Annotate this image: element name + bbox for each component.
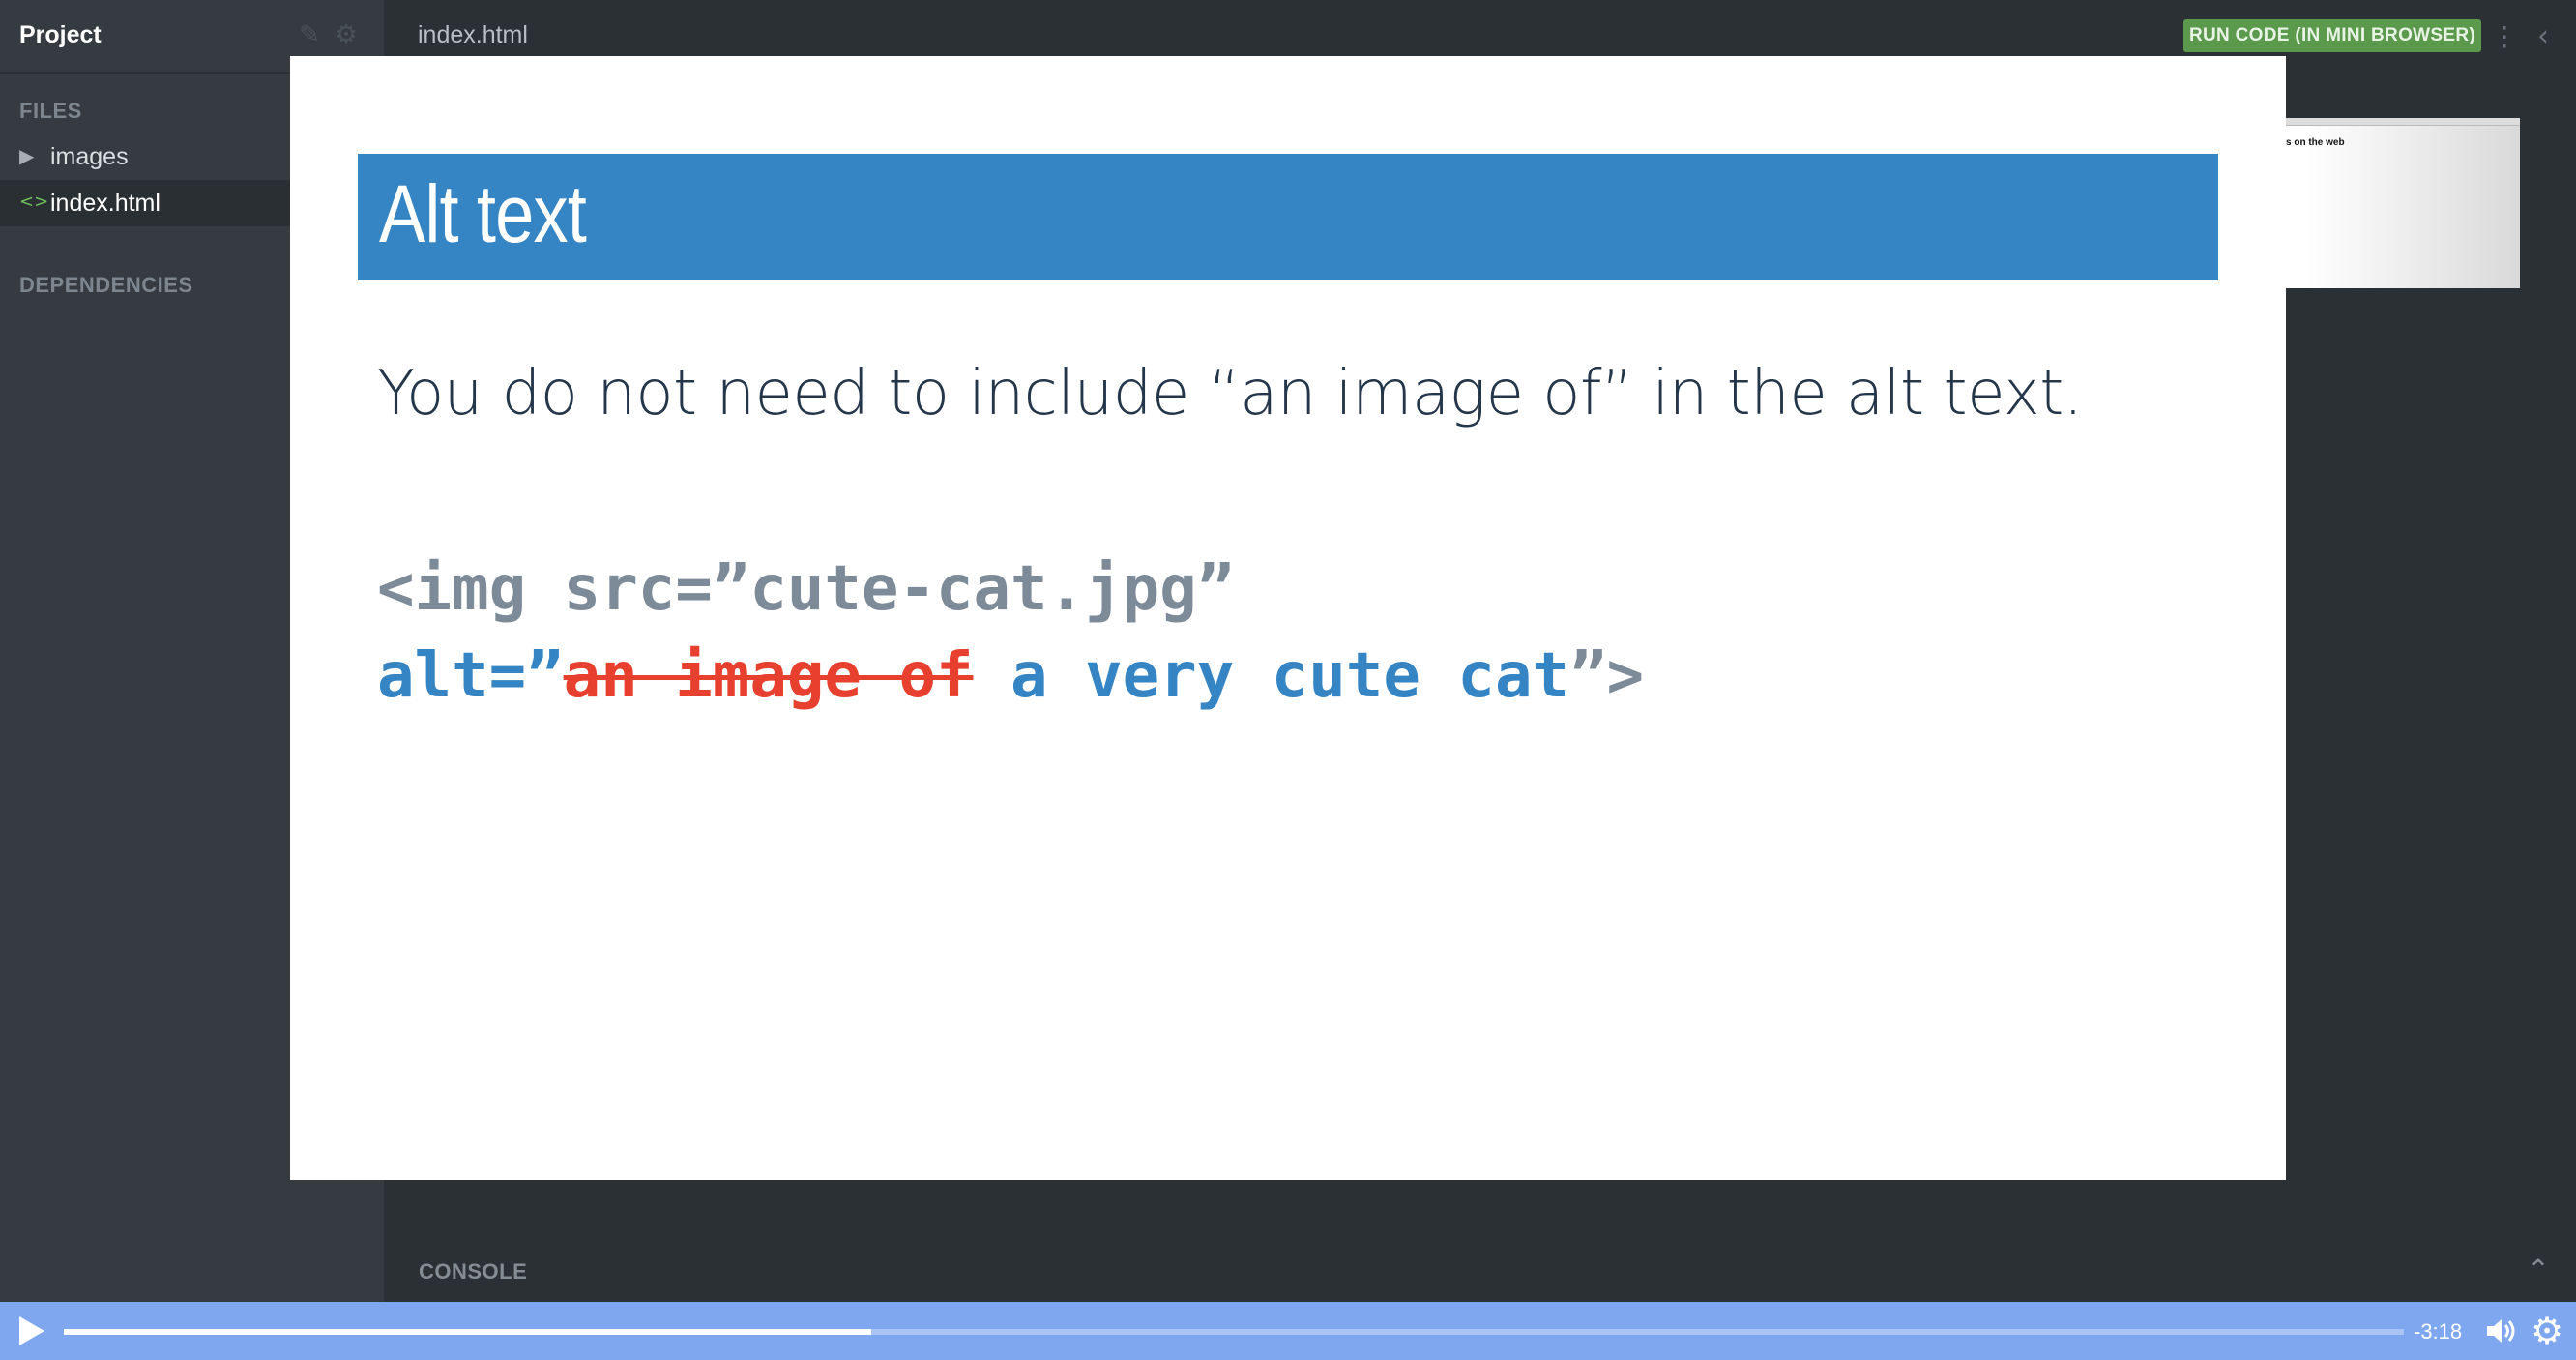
code-line-alt: alt=”an image of a very cute cat”> xyxy=(377,640,1644,712)
code-alt-end: ”> xyxy=(1569,640,1645,712)
chevron-up-icon[interactable]: ⌃ xyxy=(2524,1256,2553,1285)
gear-icon[interactable]: ⚙ xyxy=(333,21,360,48)
time-remaining: -3:18 xyxy=(2414,1319,2463,1344)
tab-index-html[interactable]: index.html xyxy=(418,21,528,49)
preview-text: s on the web xyxy=(2286,137,2345,148)
files-section-label: FILES xyxy=(19,99,82,123)
sidebar-item-label: index.html xyxy=(50,190,161,217)
sidebar-item-label: images xyxy=(50,143,129,170)
video-control-bar: -3:18 ⚙ xyxy=(0,1302,2576,1360)
pencil-icon[interactable]: ✎ xyxy=(296,21,323,48)
slide-body-text: You do not need to include “an image of”… xyxy=(377,358,2083,429)
code-strikethrough-text: an image of xyxy=(563,640,974,712)
progress-bar[interactable] xyxy=(64,1329,2404,1335)
preview-toolbar xyxy=(2282,118,2520,126)
triangle-right-icon: ▶ xyxy=(19,144,35,167)
project-title: Project xyxy=(19,21,102,48)
code-alt-value: a very cute cat xyxy=(973,640,1569,712)
code-alt-start: alt=” xyxy=(377,640,564,712)
slide-title-banner: Alt text xyxy=(358,154,2218,280)
progress-fill xyxy=(64,1329,871,1335)
run-code-button[interactable]: RUN CODE (IN MINI BROWSER) xyxy=(2183,19,2481,52)
slide-title: Alt text xyxy=(379,168,587,259)
code-line-img-src: <img src=”cute-cat.jpg” xyxy=(377,553,1235,625)
volume-icon[interactable] xyxy=(2483,1314,2518,1348)
dependencies-section-label: DEPENDENCIES xyxy=(19,273,193,297)
code-brackets-icon: <> xyxy=(19,192,49,212)
gear-icon[interactable]: ⚙ xyxy=(2528,1312,2566,1350)
mini-browser-preview[interactable]: s on the web xyxy=(2282,118,2520,288)
slide-overlay: Alt text You do not need to include “an … xyxy=(290,56,2286,1180)
vertical-dots-icon[interactable]: ⋮ xyxy=(2491,17,2518,56)
play-icon[interactable] xyxy=(14,1314,48,1348)
chevron-left-icon[interactable]: ‹ xyxy=(2526,17,2561,56)
console-label: CONSOLE xyxy=(419,1259,528,1284)
